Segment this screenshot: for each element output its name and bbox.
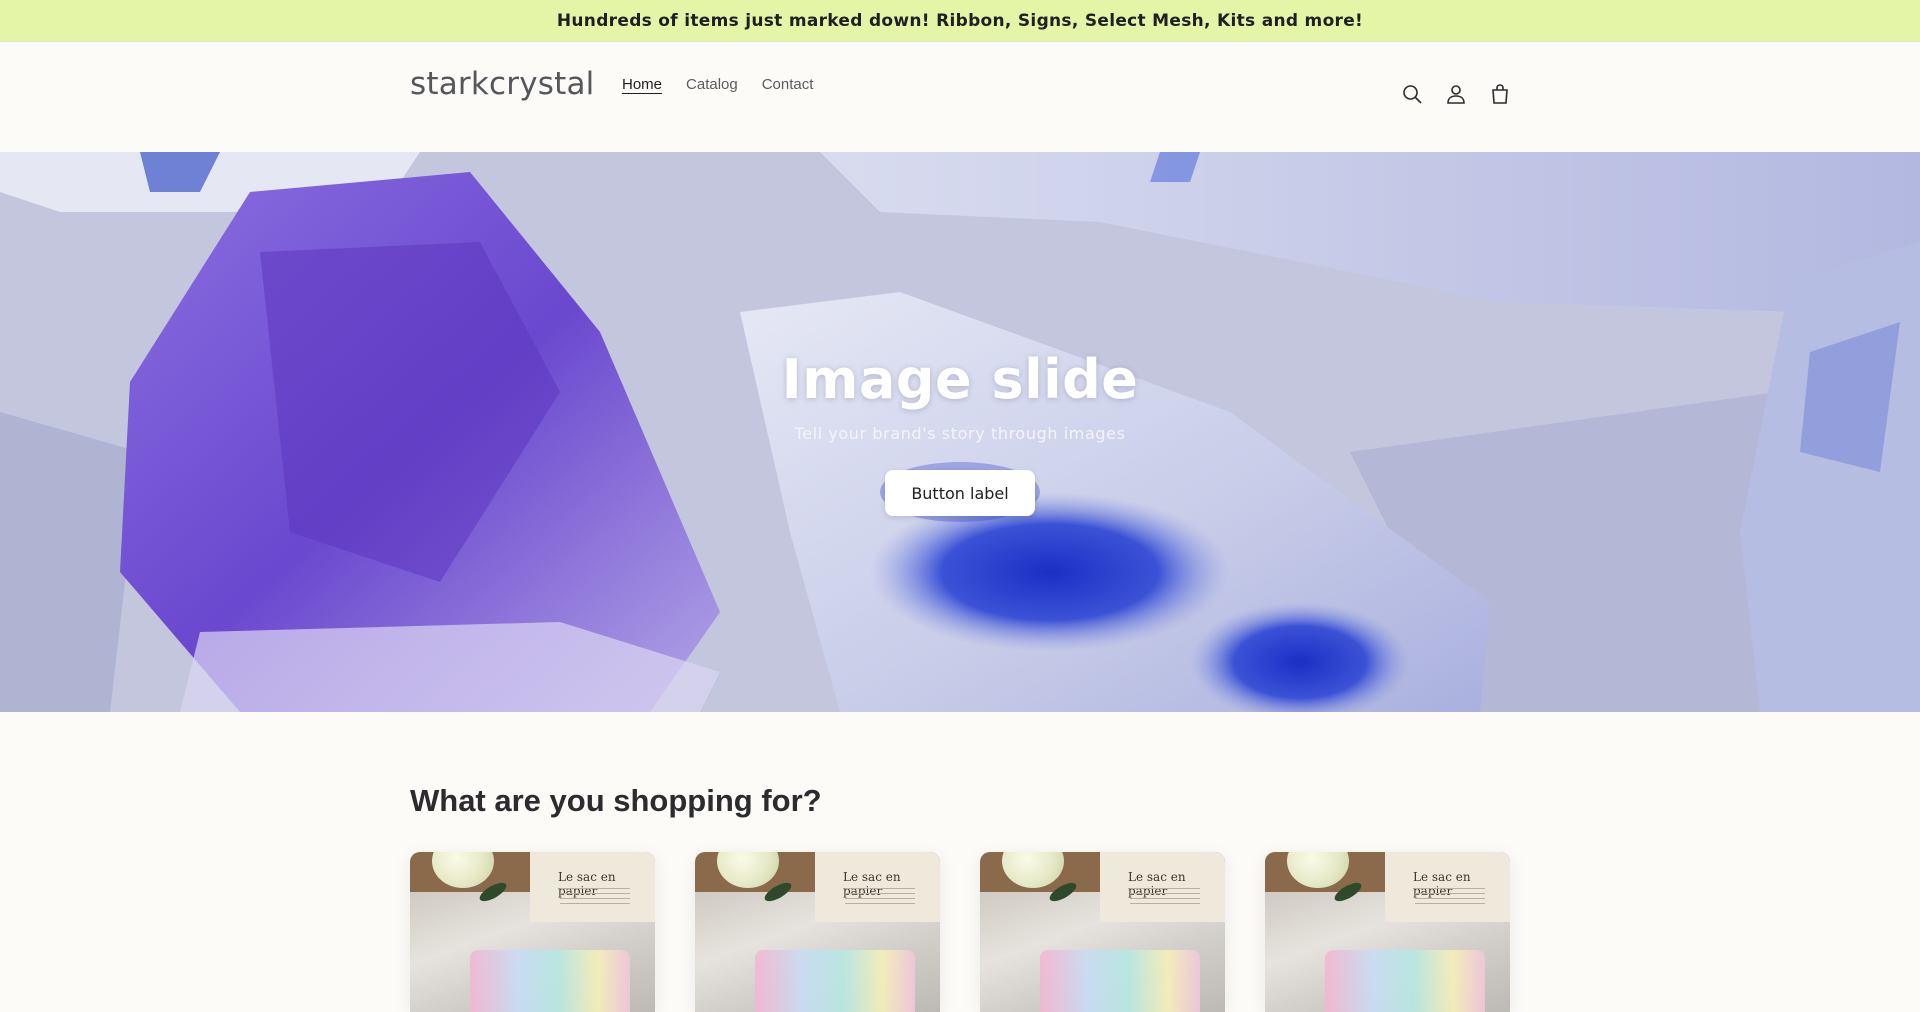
nav-item-home[interactable]: Home	[622, 76, 662, 93]
holographic-bag-image	[470, 950, 630, 1012]
card-bag-lines	[1130, 888, 1200, 904]
hero-cta-button[interactable]: Button label	[885, 470, 1035, 516]
search-icon	[1403, 85, 1422, 104]
announcement-text: Hundreds of items just marked down! Ribb…	[556, 10, 1364, 31]
announcement-bar: Hundreds of items just marked down! Ribb…	[0, 0, 1920, 42]
account-button[interactable]	[1434, 72, 1478, 116]
flower-image	[1002, 852, 1064, 888]
hero-title: Image slide	[781, 348, 1139, 411]
search-button[interactable]	[1390, 72, 1434, 116]
header-icons	[1390, 72, 1522, 116]
card-bag-lines	[1415, 888, 1485, 904]
collections-heading: What are you shopping for?	[410, 783, 822, 818]
collection-card[interactable]: Le sac en papier	[410, 852, 655, 1012]
account-icon	[1447, 85, 1465, 104]
cart-button[interactable]	[1478, 72, 1522, 116]
hero-subtitle: Tell your brand's story through images	[794, 424, 1126, 443]
collection-cards: Le sac en papier Le sac en papier Le sac…	[410, 852, 1510, 1012]
holographic-bag-image	[1040, 950, 1200, 1012]
main-nav: Home Catalog Contact	[622, 76, 837, 93]
site-header: starkcrystal Home Catalog Contact	[0, 42, 1920, 152]
cart-icon	[1492, 84, 1508, 104]
nav-item-contact[interactable]: Contact	[762, 76, 814, 93]
nav-item-catalog[interactable]: Catalog	[686, 76, 738, 93]
collection-card[interactable]: Le sac en papier	[980, 852, 1225, 1012]
holographic-bag-image	[1325, 950, 1485, 1012]
hero-slideshow: Image slide Tell your brand's story thro…	[0, 152, 1920, 712]
holographic-bag-image	[755, 950, 915, 1012]
card-bag-lines	[845, 888, 915, 904]
flower-image	[717, 852, 779, 888]
flower-image	[1287, 852, 1349, 888]
collection-card[interactable]: Le sac en papier	[695, 852, 940, 1012]
collection-card[interactable]: Le sac en papier	[1265, 852, 1510, 1012]
flower-image	[432, 852, 494, 888]
logo[interactable]: starkcrystal	[410, 66, 594, 102]
card-bag-lines	[560, 888, 630, 904]
